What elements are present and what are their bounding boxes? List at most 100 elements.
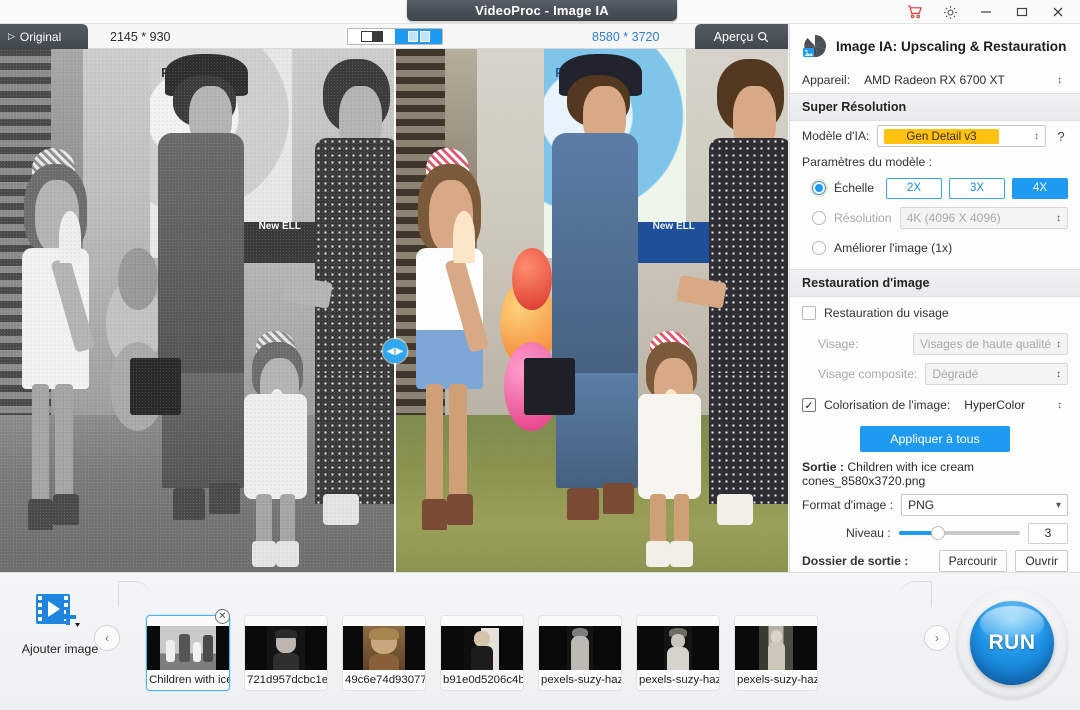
window-controls <box>896 0 1076 24</box>
open-button[interactable]: Ouvrir <box>1015 550 1068 572</box>
single-pane-icon <box>361 31 383 42</box>
view-dual-button[interactable] <box>395 29 442 44</box>
face-restore-row: Restauration du visage <box>790 297 1080 329</box>
colorize-checkbox[interactable]: ✓ <box>802 398 816 412</box>
composite-value: Dégradé <box>932 367 978 381</box>
resolution-select[interactable]: 4K (4096 X 4096) ↕ <box>900 207 1068 229</box>
thumbnail-image <box>539 626 621 670</box>
model-row: Modèle d'IA: Gen Detail v3 ↕ ? <box>790 121 1080 151</box>
list-item[interactable]: b91e0d5206c4b8 <box>440 615 524 691</box>
maximize-icon[interactable] <box>1004 0 1040 24</box>
original-image-pane: P M New ELL <box>0 49 394 572</box>
colorize-value: HyperColor <box>964 398 1025 412</box>
face-row: Visage: Visages de haute qualité ↕ <box>790 329 1080 359</box>
remove-thumbnail-icon[interactable]: ✕ <box>215 609 230 624</box>
chevron-updown-icon: ↕ <box>1034 131 1039 142</box>
scale-option-3x[interactable]: 3X <box>949 178 1005 199</box>
thumbnail-image <box>441 626 523 670</box>
browse-button[interactable]: Parcourir <box>939 550 1008 572</box>
params-label: Paramètres du modèle : <box>802 155 932 169</box>
model-value: Gen Detail v3 <box>884 129 998 144</box>
chevron-right-icon: › <box>935 631 939 645</box>
add-image-button[interactable]: Ajouter image <box>12 591 108 656</box>
level-row: Niveau : 3 <box>790 520 1080 546</box>
face-restore-checkbox[interactable] <box>802 306 816 320</box>
list-item[interactable]: ✕ Children with ice <box>146 615 230 691</box>
gear-icon[interactable] <box>932 0 968 24</box>
sortie-label: Sortie : <box>802 460 844 474</box>
play-triangle-icon: ▷ <box>8 31 15 42</box>
run-button[interactable]: RUN <box>970 601 1054 685</box>
prev-thumbnails-button[interactable]: ‹ <box>94 625 120 651</box>
face-label: Visage: <box>818 337 858 351</box>
face-select[interactable]: Visages de haute qualité ↕ <box>913 333 1068 355</box>
comparison-slider-handle[interactable]: ◀ ▶ <box>383 339 407 363</box>
bottom-bar: Ajouter image ‹ › ✕ Children <box>0 572 1080 710</box>
chevron-left-icon: ‹ <box>105 631 109 645</box>
view-single-button[interactable] <box>348 29 395 44</box>
format-row: Format d'image : PNG ▾ <box>790 490 1080 520</box>
strip-curve-right <box>898 581 932 607</box>
colorize-select[interactable]: HyperColor ↕ <box>958 394 1068 416</box>
list-item[interactable]: pexels-suzy-haze <box>734 615 818 691</box>
thumbnail-caption: pexels-suzy-haze <box>735 670 817 690</box>
output-file-row: Sortie : Children with ice cream cones_8… <box>790 456 1080 490</box>
thumbnail-image <box>147 626 229 670</box>
cart-icon[interactable] <box>896 0 932 24</box>
scale-label: Échelle <box>834 181 874 195</box>
add-image-label: Ajouter image <box>12 642 108 656</box>
list-item[interactable]: 49c6e74d93077b <box>342 615 426 691</box>
minimize-icon[interactable] <box>968 0 1004 24</box>
original-photo: P M New ELL <box>0 49 394 572</box>
scale-option-2x[interactable]: 2X <box>886 178 942 199</box>
thumbnail-strip: ✕ Children with ice <box>146 615 818 691</box>
model-select[interactable]: Gen Detail v3 ↕ <box>877 125 1046 147</box>
comparison-divider <box>394 49 396 572</box>
folder-label: Dossier de sortie : <box>802 554 908 568</box>
output-dimensions: 8580 * 3720 <box>592 24 659 49</box>
list-item[interactable]: 721d957dcbc1ea <box>244 615 328 691</box>
level-label: Niveau : <box>846 526 891 540</box>
device-select[interactable]: AMD Radeon RX 6700 XT ↕ <box>858 69 1068 91</box>
level-value: 3 <box>1028 523 1068 544</box>
help-icon[interactable]: ? <box>1054 129 1068 144</box>
title-bar: VideoProc - Image IA <box>0 0 1080 24</box>
composite-select[interactable]: Dégradé ↕ <box>925 363 1068 385</box>
thumbnail-caption: pexels-suzy-haze <box>539 670 621 690</box>
preview-button[interactable]: Aperçu <box>695 24 788 49</box>
enhance-radio[interactable] <box>812 241 826 255</box>
thumbnail-caption: 721d957dcbc1ea <box>245 670 327 690</box>
videoproc-image-ai-window: VideoProc - Image IA <box>0 0 1080 710</box>
colorize-label: Colorisation de l'image: <box>824 398 950 412</box>
resolution-radio[interactable] <box>812 211 826 225</box>
run-area: RUN <box>948 575 1076 707</box>
list-item[interactable]: pexels-suzy-haze <box>538 615 622 691</box>
apply-all-button[interactable]: Appliquer à tous <box>860 426 1010 452</box>
tab-original-label: Original <box>20 30 61 44</box>
resolution-row: Résolution 4K (4096 X 4096) ↕ <box>790 203 1080 233</box>
app-title: VideoProc - Image IA <box>407 0 677 21</box>
next-thumbnails-button[interactable]: › <box>924 625 950 651</box>
enhanced-image-pane: P M New ELL <box>396 49 788 572</box>
scale-option-4x[interactable]: 4X <box>1012 178 1068 199</box>
colorized-photo: P M New ELL <box>396 49 788 572</box>
device-row: Appareil: AMD Radeon RX 6700 XT ↕ <box>790 67 1080 93</box>
resolution-value: 4K (4096 X 4096) <box>907 211 1001 225</box>
add-image-icon <box>34 591 86 633</box>
scale-row: Échelle 2X 3X 4X <box>790 173 1080 203</box>
face-value: Visages de haute qualité <box>920 337 1051 351</box>
tab-original[interactable]: ▷ Original <box>0 24 88 49</box>
scale-radio[interactable] <box>812 181 826 195</box>
level-slider-knob[interactable] <box>931 526 945 540</box>
chevron-updown-icon: ↕ <box>1056 369 1061 380</box>
image-comparison-stage[interactable]: P M New ELL <box>0 49 788 572</box>
scale-options: 2X 3X 4X <box>886 178 1068 199</box>
strip-curve-left <box>118 581 152 607</box>
close-icon[interactable] <box>1040 0 1076 24</box>
list-item[interactable]: pexels-suzy-haze <box>636 615 720 691</box>
view-mode-toggle[interactable] <box>347 28 443 45</box>
split-pane-icon <box>408 31 430 42</box>
section-restoration: Restauration d'image <box>790 269 1080 297</box>
format-select[interactable]: PNG ▾ <box>901 494 1068 516</box>
level-slider[interactable] <box>899 531 1020 535</box>
